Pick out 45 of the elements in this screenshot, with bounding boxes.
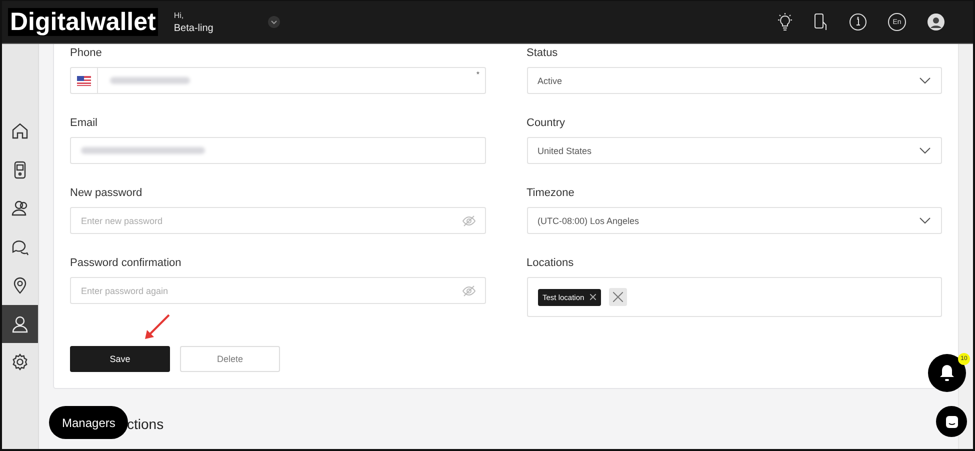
field-label: Status bbox=[526, 46, 559, 61]
remove-icon[interactable] bbox=[590, 294, 596, 300]
chevron-down-icon[interactable] bbox=[268, 16, 280, 28]
logo: Digitalwallet bbox=[8, 8, 158, 36]
lightbulb-icon[interactable] bbox=[777, 13, 793, 31]
field-label: Timezone bbox=[526, 186, 576, 201]
delete-button[interactable]: Delete bbox=[180, 346, 280, 372]
chat-icon bbox=[11, 238, 29, 256]
avatar-icon[interactable] bbox=[927, 13, 945, 31]
clear-button[interactable] bbox=[609, 288, 628, 306]
annotation-arrow bbox=[143, 313, 171, 341]
select-field[interactable]: Active bbox=[526, 67, 942, 94]
password-field[interactable]: Enter password again bbox=[70, 277, 486, 304]
nav-item[interactable] bbox=[2, 304, 38, 343]
tooltip: Managers bbox=[49, 406, 128, 439]
chevron-down-icon bbox=[919, 217, 931, 224]
users-icon bbox=[11, 199, 29, 218]
settings-icon bbox=[11, 353, 29, 372]
field-label: Email bbox=[70, 116, 99, 131]
select-field[interactable]: United States bbox=[526, 137, 942, 164]
close-icon bbox=[613, 292, 624, 302]
password-field[interactable]: Enter new password bbox=[70, 207, 486, 234]
user-name: Beta-ling bbox=[174, 22, 214, 34]
save-button[interactable]: Save bbox=[70, 346, 170, 372]
chevron-down-icon bbox=[919, 147, 931, 154]
section-title: ctions bbox=[127, 416, 164, 432]
field-label: Password confirmation bbox=[70, 256, 182, 271]
flag-icon bbox=[77, 76, 91, 86]
phone-field[interactable]: * bbox=[70, 67, 486, 94]
home-icon bbox=[11, 122, 29, 140]
greeting: Hi, bbox=[174, 10, 185, 20]
field-label: Phone bbox=[70, 46, 103, 61]
user-icon bbox=[11, 314, 29, 333]
info-icon[interactable] bbox=[849, 13, 867, 31]
chat-icon bbox=[944, 414, 958, 428]
bell-icon bbox=[939, 364, 955, 382]
field-label: New password bbox=[70, 186, 144, 201]
field-label: Country bbox=[526, 116, 566, 131]
phone-icon[interactable] bbox=[814, 13, 828, 31]
field-label: Locations bbox=[526, 256, 575, 271]
location-pin-icon bbox=[11, 276, 29, 294]
chevron-down-icon bbox=[919, 77, 931, 84]
select-field[interactable]: (UTC-08:00) Los Angeles bbox=[526, 207, 942, 234]
required-mark: * bbox=[476, 70, 480, 79]
email-field[interactable] bbox=[70, 137, 486, 164]
